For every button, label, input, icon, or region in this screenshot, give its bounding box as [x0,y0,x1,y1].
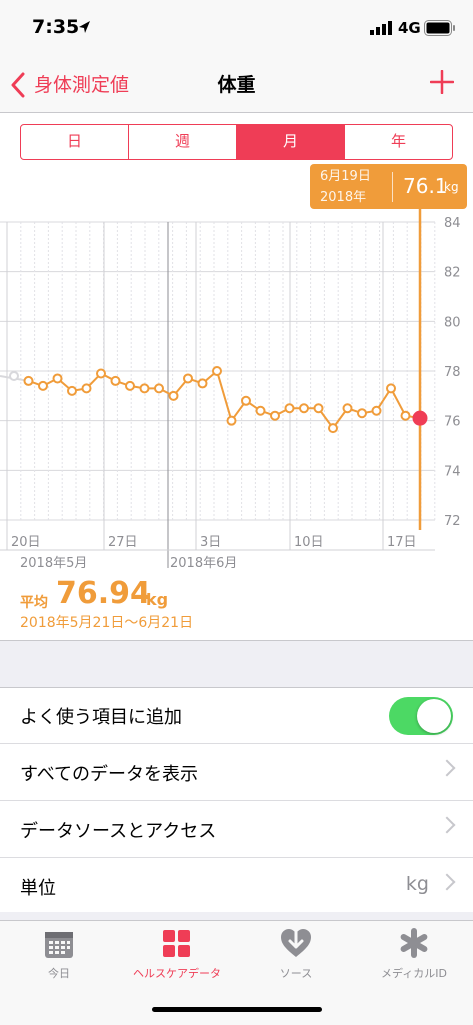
chevron-right-icon [438,873,456,891]
show-all-data-row[interactable]: すべてのデータを表示 [0,744,473,801]
month-label-may: 2018年5月 [20,556,87,571]
grid-icon [163,930,190,957]
tab-health-data-label: ヘルスケアデータ [133,967,221,980]
y-tick-label: 76 [444,415,461,430]
average-label: 平均 [20,595,48,611]
data-point[interactable] [255,405,266,416]
y-tick-label: 80 [444,315,461,330]
selected-data-point[interactable] [412,410,428,426]
chevron-right-icon [438,759,456,777]
data-point[interactable] [38,380,48,391]
data-point[interactable] [154,383,164,394]
segment-month[interactable]: 月 [237,125,345,159]
data-point[interactable] [400,410,411,421]
data-point[interactable] [183,373,193,384]
data-point[interactable] [386,383,396,394]
data-point[interactable] [125,380,135,391]
data-point[interactable] [241,395,251,406]
x-tick-label: 3日 [200,535,221,550]
data-sources-label: データソースとアクセス [20,821,217,842]
average-value: 76.94 [56,576,151,611]
segment-week[interactable]: 週 [129,125,237,159]
data-point[interactable] [9,370,19,381]
chevron-right-icon [438,816,456,834]
average-unit: kg [146,590,169,609]
y-tick-label: 72 [444,514,461,529]
tooltip-date: 6月19日 [320,169,371,184]
data-point[interactable] [299,403,309,414]
y-tick-label: 74 [444,464,461,479]
data-point[interactable] [328,423,338,434]
segment-year[interactable]: 年 [345,125,452,159]
unit-label: 単位 [20,878,56,899]
data-point[interactable] [139,383,150,394]
bottom-separator [0,912,473,920]
data-point[interactable] [110,375,121,386]
home-indicator [152,1007,322,1012]
status-bar: 7:35 4G [0,0,473,58]
period-segmented-control: 日 週 月 年 [20,124,453,160]
favorite-row: よく使う項目に追加 [0,687,473,744]
data-point[interactable] [96,368,106,379]
weight-series-line [28,369,421,430]
add-data-button[interactable] [430,70,454,94]
tooltip-year: 2018年 [320,190,367,205]
show-all-data-label: すべてのデータを表示 [20,764,199,785]
tooltip-unit: kg [444,180,459,194]
data-point[interactable] [357,408,367,419]
data-point[interactable] [270,410,280,421]
data-point[interactable] [342,403,353,414]
x-tick-label: 27日 [108,535,138,550]
weight-chart[interactable]: 84 82 80 78 76 74 72 20日 27日 3日 10日 17日 2018年5月 20… [0,205,473,575]
data-point[interactable] [67,385,77,396]
page-title: 体重 [217,74,256,96]
x-tick-label: 10日 [294,535,324,550]
tooltip-value: 76.1 [403,174,448,198]
favorite-label: よく使う項目に追加 [20,707,182,728]
status-time: 7:35 [32,16,80,38]
toggle-knob [417,699,451,733]
segment-day[interactable]: 日 [21,125,129,159]
navigation-bar: 身体測定値 体重 [0,58,473,113]
battery-icon [424,20,455,36]
download-heart-icon [281,929,311,957]
favorite-toggle[interactable] [389,697,453,735]
asterisk-icon [400,928,428,958]
x-tick-label: 20日 [11,535,41,550]
calendar-icon [45,932,73,958]
data-sources-row[interactable]: データソースとアクセス [0,801,473,858]
data-point[interactable] [23,375,34,386]
data-point[interactable] [313,403,324,414]
unit-row[interactable]: 単位 kg [0,858,473,915]
x-tick-label: 17日 [387,535,417,550]
data-point[interactable] [371,405,382,416]
section-separator [0,640,473,688]
data-point[interactable] [284,403,295,414]
signal-icon [370,21,392,35]
y-tick-label: 84 [444,216,461,231]
data-point[interactable] [52,373,63,384]
month-label-june: 2018年6月 [170,556,237,571]
data-point[interactable] [197,378,208,389]
tab-sources-label: ソース [279,967,313,980]
data-point[interactable] [168,390,179,401]
average-date-range: 2018年5月21日〜6月21日 [20,615,194,631]
unit-value: kg [405,873,429,895]
data-point[interactable] [226,415,237,426]
tab-today-label: 今日 [48,967,70,980]
location-arrow-icon [79,21,90,33]
selected-value-tooltip: 6月19日 2018年 76.1 kg [310,164,467,209]
tooltip-separator [392,172,393,202]
data-point[interactable] [81,383,92,394]
carrier-label: 4G [398,19,421,37]
tab-medical-id-label: メディカルID [381,967,447,980]
y-tick-label: 78 [444,365,461,380]
y-tick-label: 82 [444,266,461,281]
data-point[interactable] [212,366,222,376]
